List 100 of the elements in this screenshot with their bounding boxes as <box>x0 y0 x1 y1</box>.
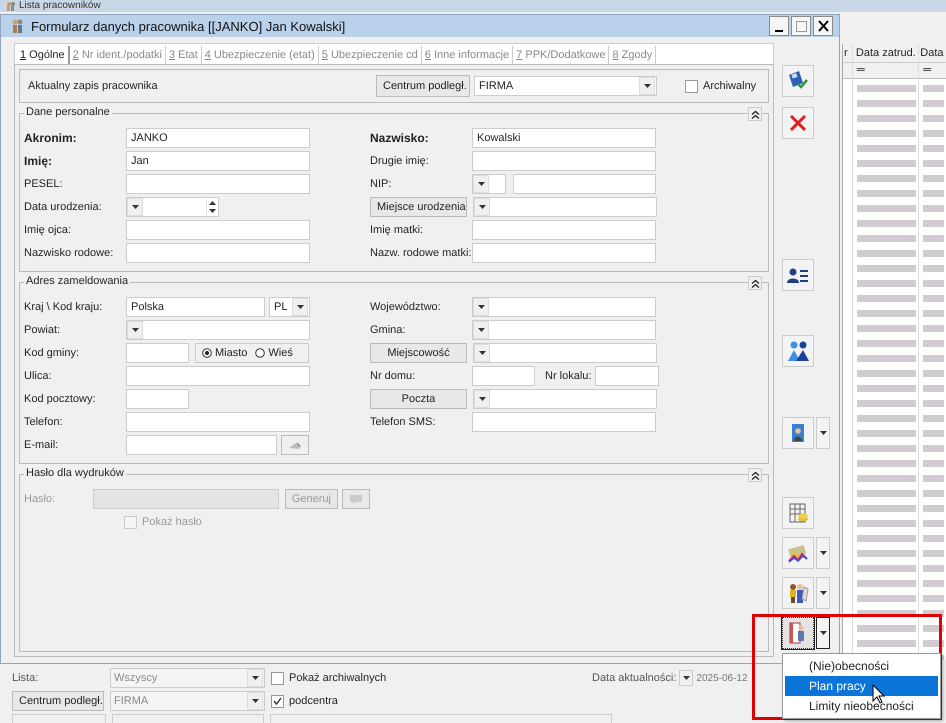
maximize-icon <box>796 20 806 32</box>
field-label: Kod pocztowy: <box>24 393 97 405</box>
field-label: Imię ojca: <box>24 224 72 236</box>
dropdown-field[interactable]: PL <box>269 297 310 317</box>
caret-icon <box>132 205 138 209</box>
toolbar-button[interactable] <box>782 617 814 649</box>
collapse-button[interactable] <box>748 107 762 121</box>
field-label: Nr lokalu: <box>545 370 592 382</box>
dropdown-field[interactable] <box>473 343 657 363</box>
lookup-button[interactable]: Miejsce urodzenia <box>370 197 467 217</box>
column-header[interactable]: Data zatrud. <box>852 44 918 63</box>
menu-item[interactable]: (Nie)obecności <box>785 656 938 676</box>
menu-item[interactable]: Plan pracy <box>785 676 938 696</box>
text-field[interactable] <box>126 343 189 363</box>
filter-cell[interactable]: ═ <box>919 63 946 79</box>
envelope-icon <box>288 440 302 450</box>
field-label: Imię matki: <box>370 224 424 236</box>
text-field[interactable] <box>126 174 310 194</box>
lookup-button[interactable]: Miejscowość <box>370 343 467 363</box>
text-field[interactable]: JANKO <box>126 128 310 148</box>
filter-cell[interactable]: ═ <box>852 63 918 79</box>
text-field[interactable] <box>472 366 535 386</box>
text-field[interactable] <box>472 412 656 432</box>
text-field[interactable] <box>472 220 656 240</box>
dropdown-button[interactable] <box>816 617 830 649</box>
dropdown-field[interactable] <box>472 297 656 317</box>
dropdown-field[interactable] <box>473 197 657 217</box>
checkbox-label: Pokaż hasło <box>142 516 202 528</box>
date-value: 2025-06-12 <box>696 672 748 684</box>
message-icon <box>350 494 362 504</box>
menu-item[interactable]: Limity nieobecności <box>785 696 938 716</box>
text-field[interactable] <box>472 243 656 263</box>
filter-cell[interactable] <box>843 63 852 79</box>
dropdown-field[interactable] <box>473 389 657 409</box>
collapse-button[interactable] <box>748 468 762 482</box>
collapse-button[interactable] <box>748 276 762 290</box>
text-field[interactable] <box>126 243 310 263</box>
text-field[interactable] <box>126 220 310 240</box>
caret-icon <box>820 431 826 435</box>
checkbox[interactable] <box>271 694 284 708</box>
field-label: Imię: <box>24 154 54 168</box>
minimize-button[interactable] <box>769 16 789 36</box>
checkbox-label: Archiwalny <box>703 80 756 92</box>
text-field[interactable] <box>513 174 656 194</box>
text-field[interactable] <box>126 435 277 455</box>
field-label: Drugie imię: <box>370 155 430 167</box>
caret-icon <box>296 305 304 309</box>
radio-button[interactable] <box>255 348 266 358</box>
people-icon <box>11 19 23 33</box>
field-label: Telefon: <box>24 416 64 428</box>
people-icon <box>6 2 15 10</box>
radio-label: Miasto <box>215 347 248 359</box>
text-field[interactable] <box>126 389 189 409</box>
dropdown-field[interactable] <box>472 320 656 340</box>
text-field[interactable] <box>126 366 310 386</box>
caret-icon <box>132 328 138 332</box>
caret-icon <box>682 676 690 680</box>
column-header[interactable]: Data <box>919 44 946 63</box>
checkbox[interactable] <box>685 80 698 92</box>
lookup-button[interactable]: Poczta <box>370 389 467 409</box>
text-field[interactable] <box>472 151 656 171</box>
checkbox-label: Pokaż archiwalnych <box>289 672 386 684</box>
center-button[interactable]: Centrum podległ. <box>12 691 104 711</box>
column-header[interactable]: r <box>843 44 852 63</box>
section-title: Adres zameldowania <box>24 275 130 287</box>
section-title: Hasło dla wydruków <box>24 467 126 479</box>
date-field[interactable] <box>126 197 219 217</box>
field-label: Kraj \ Kod kraju: <box>24 301 104 313</box>
dropdown-field[interactable] <box>112 714 264 723</box>
minimize-icon <box>775 30 783 32</box>
text-field[interactable] <box>270 714 612 723</box>
caret-icon <box>644 84 650 88</box>
double-chevron-up-icon <box>750 110 760 118</box>
caret-icon <box>820 591 826 595</box>
text-field[interactable] <box>595 366 660 386</box>
caret-icon <box>478 205 486 209</box>
dropdown-field[interactable] <box>472 174 506 194</box>
section-title: Dane personalne <box>24 106 112 118</box>
spinner-icon <box>206 199 218 215</box>
close-icon <box>818 20 828 32</box>
radio-button[interactable] <box>202 348 212 358</box>
window-title: Lista pracowników <box>19 0 101 12</box>
dropdown-field[interactable] <box>126 320 310 340</box>
text-field[interactable] <box>126 412 310 432</box>
field-label: E-mail: <box>24 439 60 451</box>
field-label: PESEL: <box>24 178 64 190</box>
close-button[interactable] <box>813 16 833 36</box>
field-label: Data aktualności: <box>592 672 676 684</box>
checkbox[interactable] <box>271 672 284 684</box>
text-field[interactable]: Polska <box>126 297 265 317</box>
field-label: Nazwisko: <box>370 131 430 145</box>
text-field[interactable] <box>92 489 279 509</box>
caret-icon <box>252 699 258 703</box>
caret-icon <box>478 397 486 401</box>
people-icon <box>786 339 810 363</box>
text-field[interactable]: Kowalski <box>472 128 656 148</box>
dropdown-field[interactable]: FIRMA <box>474 76 657 96</box>
text-field[interactable]: Jan <box>126 151 310 171</box>
center-button[interactable]: Centrum podległ. <box>376 75 470 97</box>
field-label: Nazwisko rodowe: <box>24 247 114 259</box>
